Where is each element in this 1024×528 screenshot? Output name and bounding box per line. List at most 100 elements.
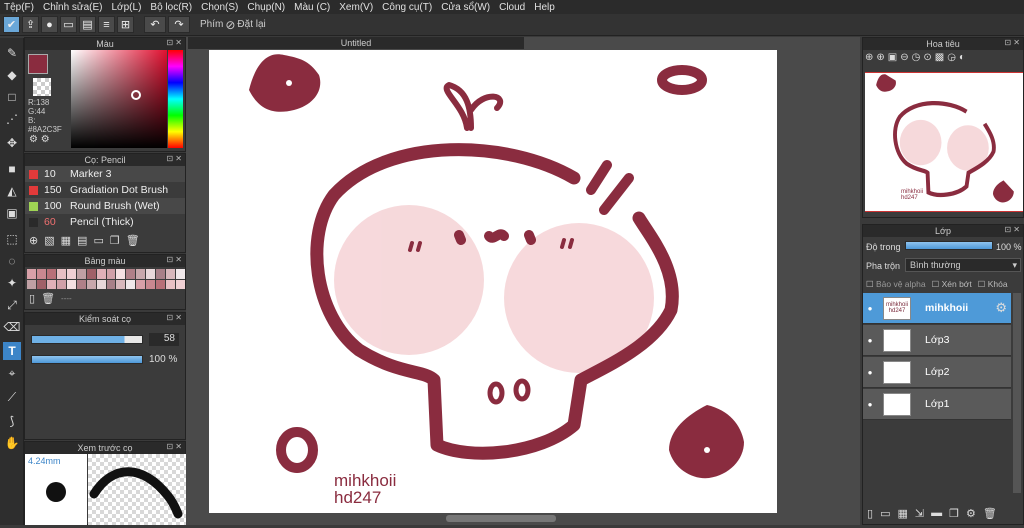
color-picker-handle[interactable] <box>131 90 141 100</box>
layer-item[interactable]: ● mihkhoii hd247 mihkhoii ⚙ <box>863 293 1011 324</box>
palette-swatch[interactable] <box>136 279 146 289</box>
comment-icon[interactable]: ▭ <box>60 16 77 33</box>
palette-swatch[interactable] <box>56 279 66 289</box>
visibility-icon[interactable]: ● <box>863 365 877 379</box>
brush-tool-icon[interactable]: ✎ <box>3 44 21 62</box>
menu-file[interactable]: Tệp(F) <box>4 2 34 13</box>
new-layer-icon[interactable]: ▯ <box>867 507 873 520</box>
palette-swatch[interactable] <box>116 269 126 279</box>
merge-icon[interactable]: ❐ <box>949 507 959 520</box>
panel-controls-icon[interactable]: ⊡ ✕ <box>1004 38 1020 47</box>
move-layer-icon[interactable]: ⇲ <box>915 507 924 520</box>
palette-swatch[interactable] <box>27 269 36 279</box>
document-icon[interactable]: ▤ <box>79 16 96 33</box>
palette-swatch[interactable] <box>27 279 36 289</box>
palette-swatch[interactable] <box>146 269 156 279</box>
palette-swatch[interactable] <box>76 279 86 289</box>
magic-wand-icon[interactable]: ✦ <box>3 274 21 292</box>
brush-item-pencil-thick[interactable]: 60 Pencil (Thick) <box>25 214 185 230</box>
layer-opacity-slider[interactable] <box>905 241 993 250</box>
palette-swatch[interactable] <box>66 279 76 289</box>
protect-alpha-checkbox[interactable]: ☐ Bảo vệ alpha <box>866 279 926 290</box>
palette-swatch[interactable] <box>176 269 185 279</box>
menu-filter[interactable]: Bộ lọc(R) <box>150 2 192 13</box>
select-pen-icon[interactable]: ⤢ <box>3 296 21 314</box>
divide-tool-icon[interactable]: ⟋ <box>3 388 21 406</box>
brush-size-slider[interactable] <box>31 335 143 344</box>
palette-swatch[interactable] <box>86 279 96 289</box>
palette-swatch[interactable] <box>96 279 106 289</box>
brush-item-marker[interactable]: 10 Marker 3 <box>25 166 185 182</box>
settings-icon[interactable]: ⚙ <box>966 507 976 520</box>
palette-swatch[interactable] <box>116 279 126 289</box>
palette-swatch[interactable] <box>156 269 166 279</box>
copy-brush-icon[interactable]: ▦ <box>61 234 71 247</box>
menu-color[interactable]: Màu (C) <box>294 2 330 13</box>
menu-cloud[interactable]: Cloud <box>499 2 525 13</box>
palette-swatches[interactable] <box>27 269 185 289</box>
fit-icon[interactable]: ▣ <box>888 52 897 63</box>
palette-swatch[interactable] <box>66 269 76 279</box>
palette-swatch[interactable] <box>166 279 176 289</box>
trash-icon[interactable]: 🗑 <box>126 234 140 247</box>
lasso-icon[interactable]: ◌ <box>3 252 21 270</box>
text-tool-icon[interactable]: T <box>3 342 21 360</box>
color-sv-picker[interactable] <box>71 50 167 148</box>
brush-item-gradiation-dot[interactable]: 150 Gradiation Dot Brush <box>25 182 185 198</box>
duplicate-icon[interactable]: ❐ <box>110 234 120 247</box>
trash-icon[interactable]: 🗑 <box>983 507 997 520</box>
palette-swatch[interactable] <box>156 279 166 289</box>
layer-list-scrollbar[interactable] <box>1013 293 1021 493</box>
operation-tool-icon[interactable]: ⌖ <box>3 364 21 382</box>
panel-controls-icon[interactable]: ⊡ ✕ <box>166 255 182 264</box>
menu-select[interactable]: Chọn(S) <box>201 2 238 13</box>
new-layer-type-icon[interactable]: ▭ <box>880 507 890 520</box>
palette-swatch[interactable] <box>86 269 96 279</box>
trash-icon[interactable]: 🗑 <box>41 292 55 305</box>
color-options-icon[interactable]: ⚙ ⚙ <box>29 134 50 145</box>
list-icon[interactable]: ≡ <box>98 16 115 33</box>
palette-swatch[interactable] <box>126 279 136 289</box>
panel-controls-icon[interactable]: ⊡ ✕ <box>166 38 182 47</box>
brush-size-value[interactable]: 58 <box>149 333 179 346</box>
bucket-icon[interactable]: ◭ <box>3 182 21 200</box>
new-palette-icon[interactable]: ▯ <box>29 292 35 305</box>
blend-mode-select[interactable]: Bình thường ▾ <box>905 258 1021 272</box>
palette-swatch[interactable] <box>56 269 66 279</box>
palette-swatch[interactable] <box>106 269 116 279</box>
palette-swatch[interactable] <box>176 279 185 289</box>
menu-view[interactable]: Xem(V) <box>339 2 373 13</box>
brush-settings-icon[interactable]: ▤ <box>77 234 87 247</box>
layer-item[interactable]: ● Lớp3 <box>863 325 1011 356</box>
menu-edit[interactable]: Chỉnh sửa(E) <box>43 2 103 13</box>
grid-icon[interactable]: ⊞ <box>117 16 134 33</box>
menu-tools[interactable]: Công cụ(T) <box>382 2 432 13</box>
dot-line-tool-icon[interactable]: ⋰ <box>3 110 21 128</box>
add-brush-icon[interactable]: ⊕ <box>29 234 38 247</box>
hand-tool-icon[interactable]: ✋ <box>3 434 21 452</box>
palette-swatch[interactable] <box>46 269 56 279</box>
palette-swatch[interactable] <box>106 279 116 289</box>
rectangle-select-icon[interactable]: □ <box>3 88 21 106</box>
horizontal-scrollbar[interactable] <box>446 515 556 522</box>
fill-shape-icon[interactable]: ■ <box>3 160 21 178</box>
menu-window[interactable]: Cửa sổ(W) <box>441 2 490 13</box>
navigator-preview[interactable]: mihkhoii hd247 <box>865 72 1023 212</box>
check-icon[interactable]: ✔ <box>3 16 20 33</box>
hue-slider[interactable] <box>168 50 183 148</box>
visibility-icon[interactable]: ● <box>863 333 877 347</box>
menu-capture[interactable]: Chụp(N) <box>247 2 285 13</box>
palette-swatch[interactable] <box>36 269 46 279</box>
new-brush-icon[interactable]: ▧ <box>44 234 54 247</box>
panel-controls-icon[interactable]: ⊡ ✕ <box>166 313 182 322</box>
gradient-icon[interactable]: ▣ <box>3 204 21 222</box>
speech-bubble-icon[interactable]: ● <box>41 16 58 33</box>
eraser-tool-icon[interactable]: ◆ <box>3 66 21 84</box>
brush-opacity-slider[interactable] <box>31 355 143 364</box>
visibility-icon[interactable]: ● <box>863 397 877 411</box>
panel-controls-icon[interactable]: ⊡ ✕ <box>166 442 182 451</box>
palette-swatch[interactable] <box>166 269 176 279</box>
palette-swatch[interactable] <box>96 269 106 279</box>
document-tab[interactable]: Untitled <box>188 37 524 49</box>
fit-window-icon[interactable]: ▩ <box>935 52 944 63</box>
